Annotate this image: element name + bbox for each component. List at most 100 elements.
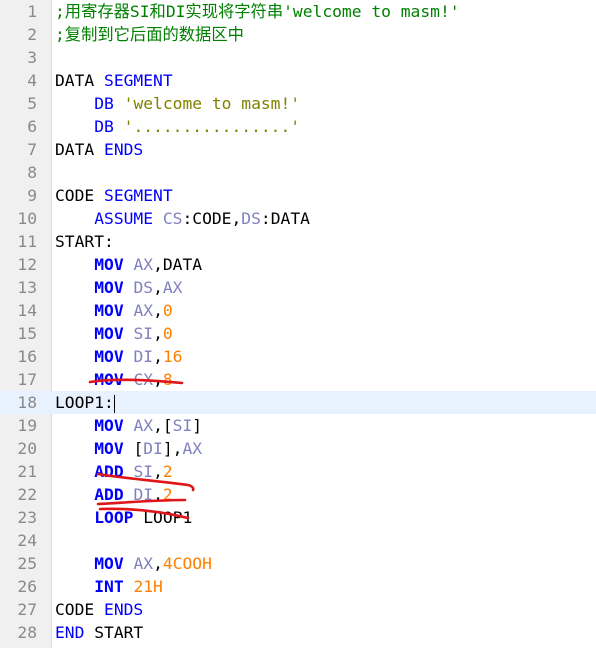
code-token: MOV bbox=[94, 301, 124, 320]
code-token: , bbox=[153, 370, 163, 389]
line-number: 4 bbox=[27, 71, 37, 90]
code-token: , bbox=[153, 278, 163, 297]
code-line[interactable]: 4 DATA SEGMENT bbox=[0, 69, 596, 92]
code-token: 2 bbox=[162, 462, 173, 481]
line-number: 23 bbox=[17, 508, 37, 527]
line-number: 1 bbox=[27, 2, 37, 21]
code-line[interactable]: 2 ;复制到它后面的数据区中 bbox=[0, 23, 596, 46]
line-number: 11 bbox=[17, 232, 37, 251]
code-token: CX bbox=[133, 370, 154, 389]
code-token: ENDS bbox=[104, 600, 144, 619]
line-number: 22 bbox=[17, 485, 37, 504]
code-text: CODE ENDS bbox=[55, 598, 143, 621]
code-text: MOV AX,0 bbox=[55, 299, 173, 322]
code-token: ;复制到它后面的数据区中 bbox=[55, 25, 244, 44]
code-text: MOV [DI],AX bbox=[55, 437, 202, 460]
code-token: INT bbox=[94, 577, 124, 596]
code-line[interactable]: 22 ADD DI,2 bbox=[0, 483, 596, 506]
line-number: 17 bbox=[17, 370, 37, 389]
code-token: :CODE, bbox=[182, 209, 242, 228]
code-line[interactable]: 11 START: bbox=[0, 230, 596, 253]
code-token: MOV bbox=[94, 347, 124, 366]
code-token: CODE bbox=[55, 600, 105, 619]
code-token: 2 bbox=[162, 485, 173, 504]
code-text: MOV CX,8 bbox=[55, 368, 172, 391]
code-token: DI bbox=[133, 347, 154, 366]
line-number: 12 bbox=[17, 255, 37, 274]
code-line[interactable]: 21 ADD SI,2 bbox=[0, 460, 596, 483]
code-text: END START bbox=[55, 621, 143, 644]
code-line[interactable]: 19 MOV AX,[SI] bbox=[0, 414, 596, 437]
code-line[interactable]: 10 ASSUME CS:CODE,DS:DATA bbox=[0, 207, 596, 230]
code-token: CODE bbox=[55, 186, 105, 205]
code-line[interactable]: 7 DATA ENDS bbox=[0, 138, 596, 161]
code-line[interactable]: 8 bbox=[0, 161, 596, 184]
code-line[interactable]: 17 MOV CX,8 bbox=[0, 368, 596, 391]
code-line[interactable]: 3 bbox=[0, 46, 596, 69]
code-line[interactable]: 18 LOOP1: bbox=[0, 391, 596, 414]
code-line[interactable]: 1 ;用寄存器SI和DI实现将字符串'welcome to masm!' bbox=[0, 0, 596, 23]
code-lines[interactable]: 1 ;用寄存器SI和DI实现将字符串'welcome to masm!' 2 ;复制到… bbox=[0, 0, 596, 644]
line-number: 3 bbox=[27, 48, 37, 67]
line-number: 15 bbox=[17, 324, 37, 343]
code-line[interactable]: 16 MOV DI,16 bbox=[0, 345, 596, 368]
code-token: LOOP bbox=[94, 508, 134, 527]
code-token: ,[ bbox=[153, 416, 173, 435]
line-number: 18 bbox=[17, 393, 37, 412]
code-line[interactable]: 23 LOOP LOOP1 bbox=[0, 506, 596, 529]
code-line[interactable]: 13 MOV DS,AX bbox=[0, 276, 596, 299]
code-token: ], bbox=[162, 439, 183, 458]
code-token: , bbox=[153, 554, 163, 573]
code-text: MOV AX,DATA bbox=[55, 253, 202, 276]
code-text: ADD DI,2 bbox=[55, 483, 173, 506]
code-token: , bbox=[153, 485, 163, 504]
code-line[interactable]: 24 bbox=[0, 529, 596, 552]
code-token: '................' bbox=[123, 117, 301, 136]
code-line[interactable]: 26 INT 21H bbox=[0, 575, 596, 598]
code-text: LOOP1: bbox=[55, 391, 115, 414]
code-token: , bbox=[153, 301, 163, 320]
code-line[interactable]: 15 MOV SI,0 bbox=[0, 322, 596, 345]
code-token: ,DATA bbox=[153, 255, 203, 274]
code-token: , bbox=[153, 324, 163, 343]
code-line[interactable]: 6 DB '................' bbox=[0, 115, 596, 138]
code-text: MOV SI,0 bbox=[55, 322, 172, 345]
code-text: DATA SEGMENT bbox=[55, 69, 173, 92]
code-token: 0 bbox=[162, 301, 173, 320]
code-text: MOV AX,[SI] bbox=[55, 414, 202, 437]
code-text: MOV AX,4COOH bbox=[55, 552, 212, 575]
code-token: LOOP1: bbox=[55, 393, 114, 412]
code-token: ADD bbox=[94, 485, 124, 504]
line-number: 21 bbox=[17, 462, 37, 481]
code-token: , bbox=[153, 462, 163, 481]
code-line[interactable]: 25 MOV AX,4COOH bbox=[0, 552, 596, 575]
code-token: MOV bbox=[94, 324, 124, 343]
code-text: MOV DI,16 bbox=[55, 345, 182, 368]
code-token: DATA bbox=[55, 71, 105, 90]
line-number: 25 bbox=[17, 554, 37, 573]
line-number: 19 bbox=[17, 416, 37, 435]
code-line[interactable]: 20 MOV [DI],AX bbox=[0, 437, 596, 460]
code-line[interactable]: 27 CODE ENDS bbox=[0, 598, 596, 621]
code-text: ASSUME CS:CODE,DS:DATA bbox=[55, 207, 310, 230]
code-editor[interactable]: 1 ;用寄存器SI和DI实现将字符串'welcome to masm!' 2 ;复制到… bbox=[0, 0, 596, 648]
code-line[interactable]: 9 CODE SEGMENT bbox=[0, 184, 596, 207]
code-line[interactable]: 12 MOV AX,DATA bbox=[0, 253, 596, 276]
code-line[interactable]: 14 MOV AX,0 bbox=[0, 299, 596, 322]
code-line[interactable]: 28 END START bbox=[0, 621, 596, 644]
code-line[interactable]: 5 DB 'welcome to masm!' bbox=[0, 92, 596, 115]
line-number: 2 bbox=[27, 25, 37, 44]
code-token: SI bbox=[133, 324, 154, 343]
code-token: ADD bbox=[94, 462, 124, 481]
